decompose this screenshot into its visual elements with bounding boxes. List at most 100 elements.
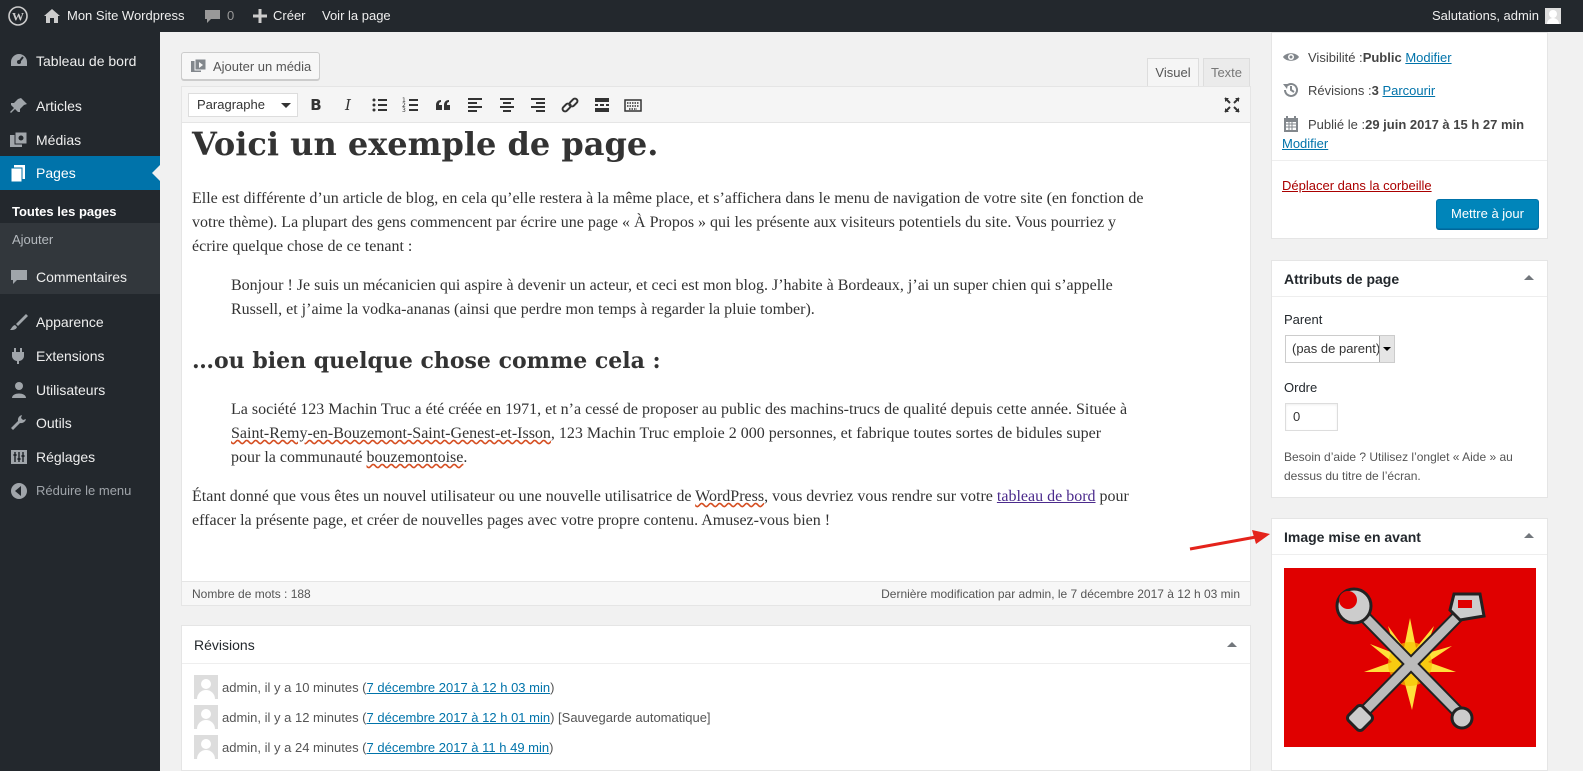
align-center-button[interactable] xyxy=(497,95,517,115)
revision-item: admin, il y a 10 minutes (7 décembre 201… xyxy=(194,675,554,699)
sidebar-item-dashboard[interactable]: Tableau de bord xyxy=(0,44,160,78)
align-right-icon xyxy=(531,98,545,112)
sidebar-item-extensions[interactable]: Extensions xyxy=(0,339,160,373)
sidebar-item-tools[interactable]: Outils xyxy=(0,406,160,440)
published-date: 29 juin 2017 à 15 h 27 min xyxy=(1365,116,1525,132)
parent-label: Parent xyxy=(1284,312,1323,327)
last-modified: Dernière modification par admin, le 7 dé… xyxy=(881,587,1240,601)
word-count: Nombre de mots : 188 xyxy=(192,587,311,601)
text-run: pour xyxy=(1095,488,1129,505)
toolbar-toggle-button[interactable] xyxy=(623,95,643,115)
account-menu[interactable]: Salutations, admin xyxy=(1432,0,1561,32)
paragraph-1: Elle est différente d’un article de blog… xyxy=(192,187,1242,259)
new-content-link[interactable]: Créer xyxy=(253,0,306,32)
order-label: Ordre xyxy=(1284,380,1318,395)
parent-select[interactable]: (pas de parent) xyxy=(1285,335,1395,363)
spellcheck-word: WordPress xyxy=(695,488,765,505)
sidebar-item-comments[interactable]: Commentaires xyxy=(0,260,160,294)
bold-button[interactable]: B xyxy=(306,95,326,115)
edit-date-link[interactable]: Modifier xyxy=(1282,136,1328,151)
sidebar-item-articles[interactable]: Articles xyxy=(0,89,160,123)
submenu-add-page[interactable]: Ajouter xyxy=(12,232,53,247)
wordpress-logo-icon[interactable]: W xyxy=(8,0,28,32)
sidebar-item-pages[interactable]: Pages xyxy=(0,156,160,190)
tab-visual[interactable]: Visuel xyxy=(1147,58,1199,88)
format-select[interactable]: Paragraphe xyxy=(188,93,298,117)
read-more-button[interactable] xyxy=(592,95,612,115)
greeting: Salutations, admin xyxy=(1432,8,1539,23)
parent-select-value: (pas de parent) xyxy=(1292,341,1381,356)
tools-image xyxy=(1335,587,1486,732)
add-media-label: Ajouter un média xyxy=(213,58,312,74)
blockquote-button[interactable] xyxy=(433,95,453,115)
revision-item: admin, il y a 12 minutes (7 décembre 201… xyxy=(194,705,711,729)
text-run: , 123 Machin Truc emploie 2 000 personne… xyxy=(550,425,1102,442)
page-attributes-header[interactable]: Attributs de page xyxy=(1272,261,1547,297)
annotation-arrow-icon xyxy=(1189,530,1270,551)
dashboard-link[interactable]: tableau de bord xyxy=(997,488,1096,505)
plus-icon xyxy=(253,9,267,23)
fullscreen-button[interactable] xyxy=(1222,95,1242,115)
dashboard-icon xyxy=(9,52,29,70)
paragraph-line: écrire quelque chose de ce tenant : xyxy=(192,238,413,255)
paragraph-line: Étant donné que vous êtes un nouvel util… xyxy=(192,485,1242,509)
page-attributes-title: Attributs de page xyxy=(1284,271,1400,287)
add-media-button[interactable]: Ajouter un média xyxy=(181,52,320,80)
visibility-value: Public xyxy=(1362,49,1402,65)
editor-status-bar: Nombre de mots : 188 Dernière modificati… xyxy=(182,581,1250,605)
browse-revisions-link[interactable]: Parcourir xyxy=(1382,83,1435,98)
sidebar-item-medias[interactable]: Médias xyxy=(0,123,160,157)
text-run: Étant donné que vous êtes un nouvel util… xyxy=(192,488,696,505)
paragraph-line: votre thème). La plupart des gens commen… xyxy=(192,214,1117,231)
revision-link[interactable]: 7 décembre 2017 à 11 h 49 min xyxy=(367,740,550,755)
order-input[interactable]: 0 xyxy=(1285,403,1338,431)
view-page-label: Voir la page xyxy=(322,8,391,23)
format-select-value: Paragraphe xyxy=(197,97,265,112)
revisions-label: Révisions : xyxy=(1308,82,1372,98)
chevron-up-icon[interactable] xyxy=(1524,275,1534,280)
sidebar-item-label: Articles xyxy=(36,98,82,114)
revisions-header[interactable]: Révisions xyxy=(182,626,1250,664)
sidebar-item-label: Réduire le menu xyxy=(36,483,132,498)
sidebar-item-appearance[interactable]: Apparence xyxy=(0,305,160,339)
italic-button[interactable]: I xyxy=(338,95,358,115)
insert-link-button[interactable] xyxy=(560,95,580,115)
media-icon xyxy=(9,131,29,149)
eye-icon xyxy=(1283,53,1299,61)
align-right-button[interactable] xyxy=(528,95,548,115)
revisions-title: Révisions xyxy=(194,637,255,653)
revision-author: admin, il y a 24 minutes ( xyxy=(222,739,367,755)
chevron-up-icon[interactable] xyxy=(1227,642,1237,647)
featured-image-title: Image mise en avant xyxy=(1284,529,1421,545)
sidebar-collapse-menu[interactable]: Réduire le menu xyxy=(0,474,160,508)
visibility-row: Visibilité : Public Modifier xyxy=(1282,48,1452,66)
editor-content[interactable]: Voici un exemple de page. Elle est diffé… xyxy=(182,123,1250,581)
site-name-link[interactable]: Mon Site Wordpress xyxy=(43,0,185,32)
move-to-trash-link[interactable]: Déplacer dans la corbeille xyxy=(1282,178,1432,193)
align-center-icon xyxy=(500,98,514,112)
numbered-list-icon: 123 xyxy=(402,97,418,114)
update-button[interactable]: Mettre à jour xyxy=(1436,199,1539,229)
users-icon xyxy=(9,381,29,399)
chevron-up-icon[interactable] xyxy=(1524,533,1534,538)
revision-link[interactable]: 7 décembre 2017 à 12 h 01 min xyxy=(367,710,551,725)
align-left-button[interactable] xyxy=(465,95,485,115)
italic-icon: I xyxy=(345,96,351,114)
numbered-list-button[interactable]: 123 xyxy=(401,95,421,115)
sidebar-item-settings[interactable]: Réglages xyxy=(0,440,160,474)
svg-text:3: 3 xyxy=(402,107,406,114)
bullet-list-button[interactable] xyxy=(370,95,390,115)
tab-text[interactable]: Texte xyxy=(1203,58,1250,87)
submenu-all-pages[interactable]: Toutes les pages xyxy=(12,204,117,219)
blockquote-line: Bonjour ! Je suis un mécanicien qui aspi… xyxy=(231,277,1113,294)
comments-link[interactable]: 0 xyxy=(204,0,234,32)
revision-link[interactable]: 7 décembre 2017 à 12 h 03 min xyxy=(367,680,551,695)
fullscreen-icon xyxy=(1224,97,1240,113)
sidebar-item-label: Pages xyxy=(36,165,76,181)
featured-image[interactable] xyxy=(1284,568,1536,747)
featured-image-header[interactable]: Image mise en avant xyxy=(1272,519,1547,555)
view-page-link[interactable]: Voir la page xyxy=(322,0,391,32)
edit-visibility-link[interactable]: Modifier xyxy=(1405,50,1451,65)
sidebar-item-users[interactable]: Utilisateurs xyxy=(0,373,160,407)
sidebar-item-label: Tableau de bord xyxy=(36,53,137,69)
